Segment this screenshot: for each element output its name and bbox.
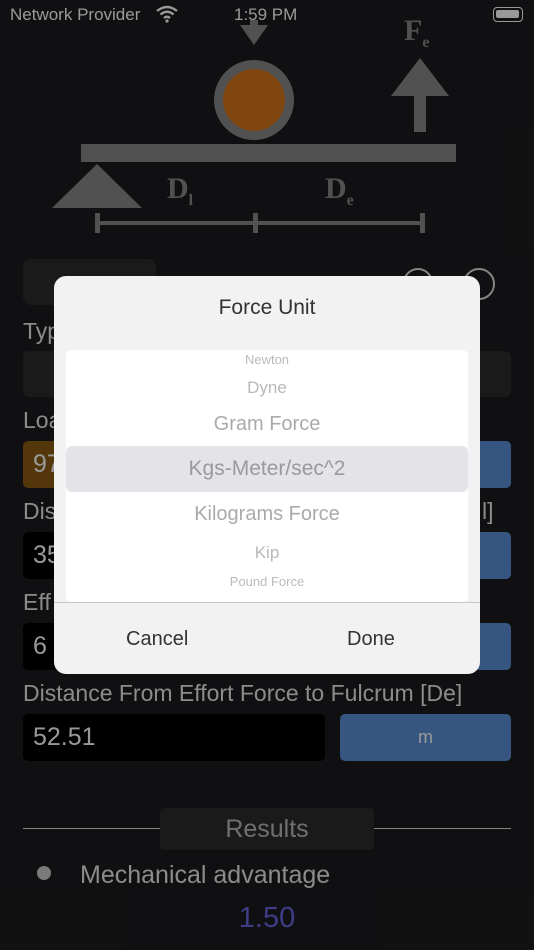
picker-option[interactable]: Pound Force [66,574,468,589]
picker-option[interactable]: Kilograms Force [66,503,468,526]
dialog-title: Force Unit [218,296,316,319]
picker-option[interactable]: Dyne [66,378,468,398]
dialog-divider [54,602,480,603]
picker-option[interactable]: Newton [66,352,468,367]
done-button[interactable]: Done [347,628,395,651]
force-unit-picker[interactable]: Newton Dyne Gram Force Kgs-Meter/sec^2 K… [66,350,468,602]
picker-option-selected[interactable]: Kgs-Meter/sec^2 [66,457,468,481]
picker-option[interactable]: Gram Force [66,413,468,436]
cancel-button[interactable]: Cancel [126,628,188,651]
picker-option[interactable]: Kip [66,543,468,563]
force-unit-dialog: Force Unit Newton Dyne Gram Force Kgs-Me… [54,276,480,674]
